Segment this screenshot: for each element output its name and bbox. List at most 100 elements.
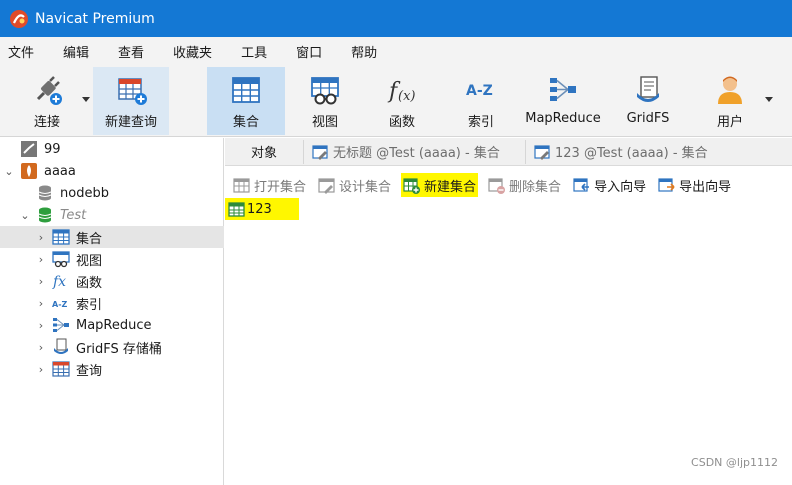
database-icon bbox=[36, 184, 54, 202]
tree-item-label: GridFS 存储桶 bbox=[76, 341, 162, 357]
open-collection-label: 打开集合 bbox=[254, 179, 307, 195]
gridfs-button[interactable]: GridFS bbox=[617, 67, 679, 135]
menu-edit[interactable]: 编辑 bbox=[55, 42, 98, 61]
function-label: 函数 bbox=[388, 115, 415, 130]
design-collection-icon bbox=[318, 177, 335, 194]
plug-icon bbox=[36, 76, 62, 105]
function-icon: f (x) bbox=[387, 79, 415, 104]
connect-dropdown-icon[interactable] bbox=[82, 97, 90, 102]
collection-icon bbox=[232, 77, 260, 103]
open-collection-icon bbox=[233, 177, 250, 193]
export-wizard-button[interactable]: 导出向导 bbox=[656, 173, 733, 197]
svg-text:(x): (x) bbox=[398, 89, 415, 104]
new-collection-icon bbox=[403, 177, 421, 194]
object-list: 123 bbox=[225, 198, 792, 485]
tree-item-label: 99 bbox=[44, 141, 61, 157]
window-title: Navicat Premium bbox=[35, 10, 155, 27]
export-wizard-icon bbox=[658, 177, 675, 192]
tab-objects[interactable]: 对象 bbox=[225, 139, 303, 164]
tab-123-collection[interactable]: 123 @Test (aaaa) - 集合 bbox=[525, 139, 739, 164]
design-collection-label: 设计集合 bbox=[339, 179, 392, 195]
user-button[interactable]: 用户 bbox=[700, 67, 760, 135]
database-icon bbox=[36, 206, 54, 224]
collection-item-123[interactable]: 123 bbox=[225, 198, 299, 220]
chevron-right-icon[interactable]: › bbox=[36, 297, 46, 310]
user-label: 用户 bbox=[716, 115, 743, 130]
import-wizard-button[interactable]: 导入向导 bbox=[571, 173, 648, 197]
tree-item-label: 视图 bbox=[76, 253, 103, 269]
tree-item-indexes[interactable]: › A-Z 索引 bbox=[0, 292, 224, 314]
delete-collection-label: 删除集合 bbox=[509, 179, 562, 195]
collection-icon bbox=[228, 201, 245, 217]
chevron-right-icon[interactable]: › bbox=[36, 253, 46, 266]
new-query-label: 新建查询 bbox=[104, 115, 157, 130]
tree-item-functions[interactable]: › fx 函数 bbox=[0, 270, 224, 292]
menu-tools[interactable]: 工具 bbox=[233, 42, 276, 61]
tree-item-collections[interactable]: › 集合 bbox=[0, 226, 224, 248]
view-icon bbox=[311, 77, 339, 105]
index-label: 索引 bbox=[467, 115, 494, 130]
view-button[interactable]: 视图 bbox=[290, 67, 360, 135]
collection-design-icon bbox=[312, 144, 328, 160]
connect-button[interactable]: 连接 bbox=[18, 67, 76, 135]
chevron-right-icon[interactable]: › bbox=[36, 341, 46, 354]
collection-button[interactable]: 集合 bbox=[207, 67, 285, 135]
tree-item-db-nodebb[interactable]: nodebb bbox=[0, 182, 224, 204]
menu-view[interactable]: 查看 bbox=[110, 42, 153, 61]
main-toolbar: 连接 新建查询 集合 视图 f (x) 函数 A-Z 索引 MapReduce … bbox=[0, 65, 792, 137]
tree-item-label: Test bbox=[60, 207, 87, 223]
tree-item-db-test[interactable]: ⌄ Test bbox=[0, 204, 224, 226]
menu-help[interactable]: 帮助 bbox=[343, 42, 386, 61]
function-button[interactable]: f (x) 函数 bbox=[367, 67, 437, 135]
chevron-right-icon[interactable]: › bbox=[36, 275, 46, 288]
new-collection-button[interactable]: 新建集合 bbox=[401, 173, 479, 197]
design-collection-button[interactable]: 设计集合 bbox=[316, 173, 393, 197]
new-query-icon bbox=[118, 78, 147, 105]
menu-file[interactable]: 文件 bbox=[0, 42, 43, 61]
index-button[interactable]: A-Z 索引 bbox=[446, 67, 516, 135]
import-wizard-icon bbox=[573, 177, 590, 192]
connection-icon bbox=[20, 140, 38, 158]
index-icon: A-Z bbox=[466, 83, 493, 99]
new-collection-label: 新建集合 bbox=[424, 179, 477, 195]
chevron-down-icon[interactable]: ⌄ bbox=[20, 209, 30, 222]
delete-collection-button[interactable]: 删除集合 bbox=[486, 173, 563, 197]
svg-text:A-Z: A-Z bbox=[466, 83, 493, 99]
import-wizard-label: 导入向导 bbox=[594, 179, 647, 195]
tree-item-views[interactable]: › 视图 bbox=[0, 248, 224, 270]
user-icon bbox=[718, 76, 742, 104]
user-dropdown-icon[interactable] bbox=[765, 97, 773, 102]
mongodb-leaf-icon bbox=[20, 162, 38, 180]
navigation-tree: 99 ⌄ aaaa nodebb ⌄ Test › 集合 › 视图 › fx 函… bbox=[0, 138, 224, 485]
tree-item-connection-aaaa[interactable]: ⌄ aaaa bbox=[0, 160, 224, 182]
mapreduce-icon bbox=[52, 316, 70, 334]
tree-item-label: 函数 bbox=[76, 275, 103, 291]
tree-item-mapreduce[interactable]: › MapReduce bbox=[0, 314, 224, 336]
tree-item-queries[interactable]: › 查询 bbox=[0, 358, 224, 380]
tab-untitled-collection[interactable]: 无标题 @Test (aaaa) - 集合 bbox=[303, 139, 525, 164]
mapreduce-button[interactable]: MapReduce bbox=[521, 67, 605, 135]
open-collection-button[interactable]: 打开集合 bbox=[231, 173, 308, 197]
chevron-right-icon[interactable]: › bbox=[36, 319, 46, 332]
tree-item-label: 查询 bbox=[76, 363, 103, 379]
chevron-down-icon[interactable]: ⌄ bbox=[4, 165, 14, 178]
tree-item-label: 集合 bbox=[76, 231, 103, 247]
menu-window[interactable]: 窗口 bbox=[288, 42, 331, 61]
query-icon bbox=[52, 360, 70, 378]
menu-favorites[interactable]: 收藏夹 bbox=[165, 42, 221, 61]
gridfs-icon bbox=[52, 338, 70, 356]
new-query-button[interactable]: 新建查询 bbox=[93, 67, 169, 135]
title-bar: Navicat Premium bbox=[0, 0, 792, 37]
mapreduce-label: MapReduce bbox=[525, 111, 601, 126]
collection-item-label: 123 bbox=[247, 201, 272, 217]
tree-item-gridfs[interactable]: › GridFS 存储桶 bbox=[0, 336, 224, 358]
gridfs-label: GridFS bbox=[626, 111, 670, 126]
tab-label: 123 @Test (aaaa) - 集合 bbox=[555, 146, 708, 161]
chevron-right-icon[interactable]: › bbox=[36, 363, 46, 376]
watermark: CSDN @ljp1112 bbox=[691, 456, 778, 469]
tree-item-connection-99[interactable]: 99 bbox=[0, 138, 224, 160]
chevron-right-icon[interactable]: › bbox=[36, 231, 46, 244]
function-icon: fx bbox=[52, 272, 70, 290]
tree-item-label: 索引 bbox=[76, 297, 103, 313]
gridfs-icon bbox=[637, 76, 659, 102]
